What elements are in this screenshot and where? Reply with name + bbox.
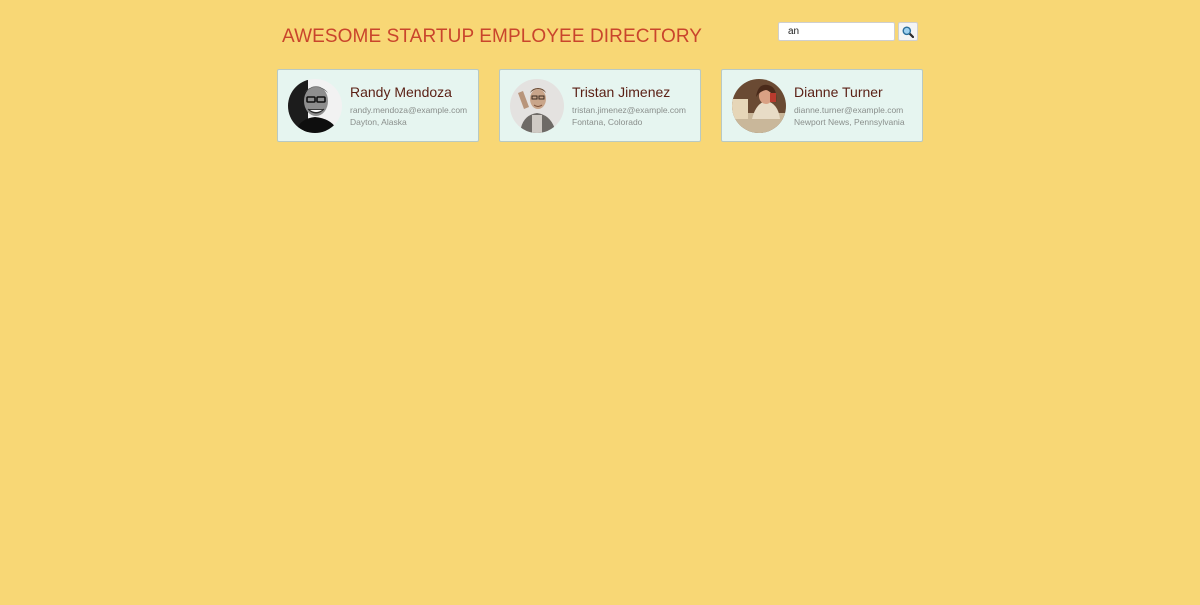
search-input[interactable] (778, 22, 895, 41)
avatar-photo (510, 78, 564, 133)
employee-name: Dianne Turner (794, 83, 883, 100)
employee-card[interactable]: Randy Mendoza randy.mendoza@example.com … (277, 69, 479, 142)
search-icon (902, 26, 914, 38)
employee-location: Fontana, Colorado (572, 116, 643, 127)
employee-name: Tristan Jimenez (572, 83, 671, 100)
page-title: AWESOME STARTUP EMPLOYEE DIRECTORY (282, 26, 703, 47)
employee-info: Dianne Turner dianne.turner@example.com … (794, 84, 905, 128)
employee-card[interactable]: Tristan Jimenez tristan.jimenez@example.… (499, 69, 701, 142)
avatar-photo (288, 78, 342, 133)
avatar-photo (732, 78, 786, 133)
employee-gallery: Randy Mendoza randy.mendoza@example.com … (277, 69, 923, 142)
employee-info: Randy Mendoza randy.mendoza@example.com … (350, 84, 467, 128)
employee-name: Randy Mendoza (350, 83, 452, 100)
employee-email: tristan.jimenez@example.com (572, 104, 686, 115)
search-form (778, 22, 918, 41)
employee-location: Newport News, Pennsylvania (794, 116, 905, 127)
employee-info: Tristan Jimenez tristan.jimenez@example.… (572, 84, 686, 128)
employee-card[interactable]: Dianne Turner dianne.turner@example.com … (721, 69, 923, 142)
search-button[interactable] (898, 22, 918, 41)
employee-location: Dayton, Alaska (350, 116, 407, 127)
employee-email: randy.mendoza@example.com (350, 104, 468, 115)
employee-email: dianne.turner@example.com (794, 104, 904, 115)
